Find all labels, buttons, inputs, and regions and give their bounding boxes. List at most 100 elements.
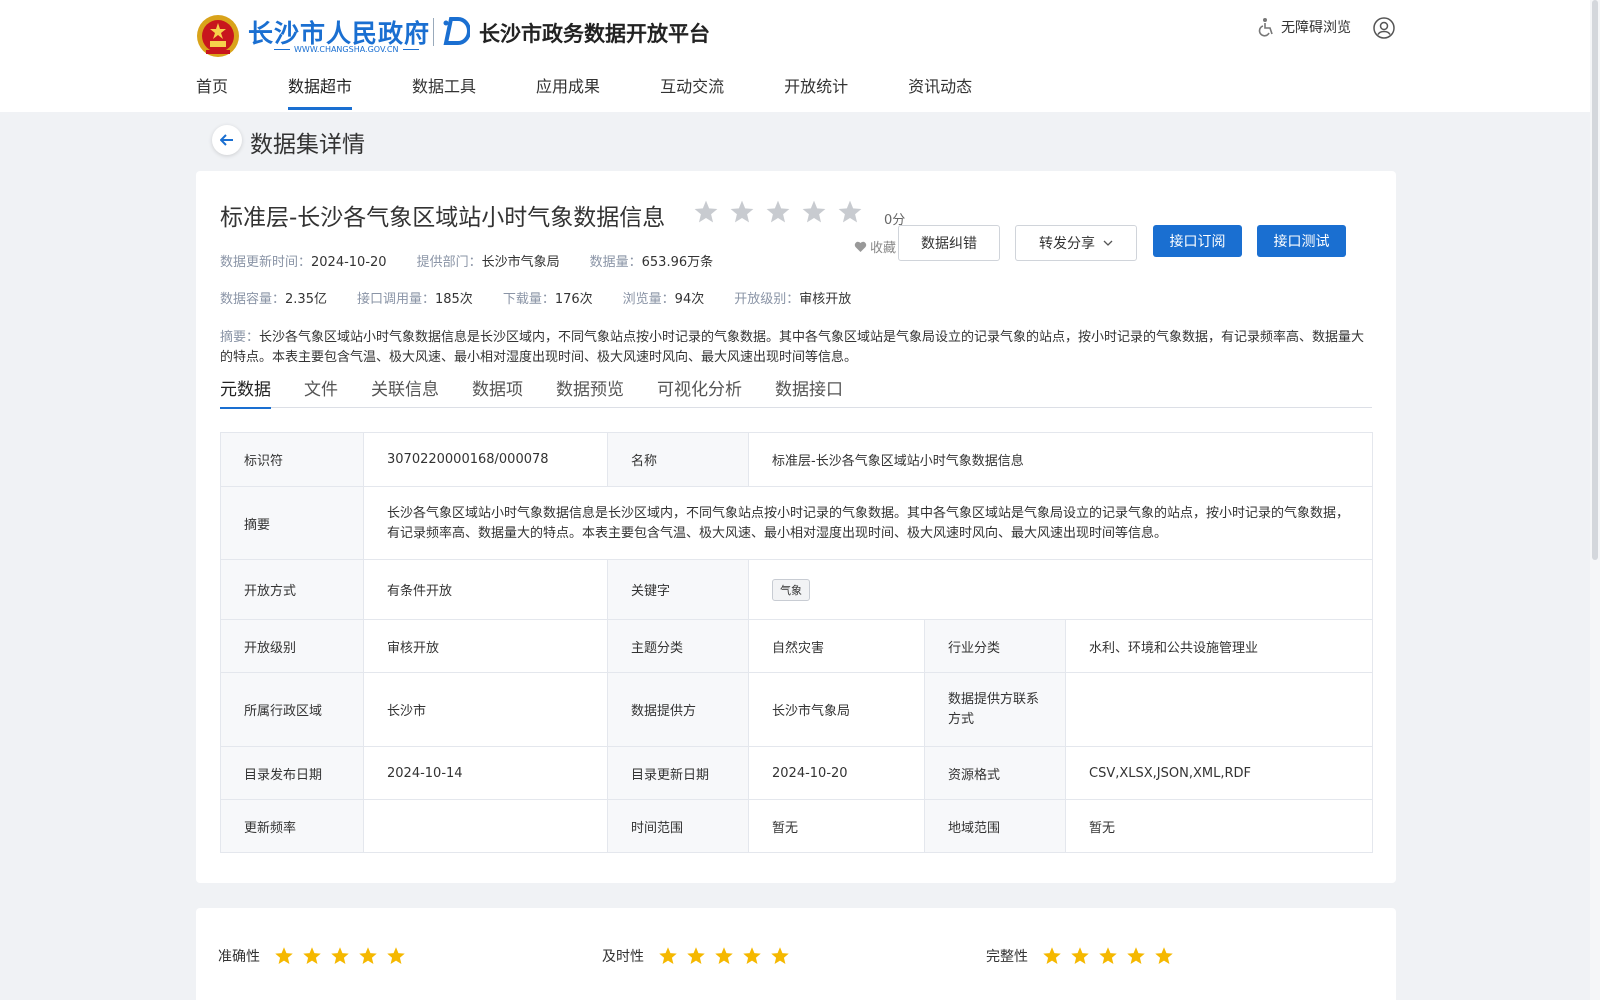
meta-item: 下载量：176次 — [503, 288, 593, 307]
gov-url: WWW.CHANGSHA.GOV.CN — [270, 45, 423, 54]
industry-label: 行业分类 — [924, 619, 1066, 673]
meta-value: 审核开放 — [799, 292, 852, 307]
detail-tab[interactable]: 可视化分析 — [657, 374, 742, 408]
industry-value: 水利、环境和公共设施管理业 — [1064, 619, 1374, 673]
nav-item[interactable]: 数据超市 — [288, 70, 353, 110]
favorite-label: 收藏 — [870, 241, 897, 256]
site-header: 长沙市人民政府 WWW.CHANGSHA.GOV.CN 长沙市政务数据开放平台 … — [0, 0, 1600, 112]
platform-title[interactable]: 长沙市政务数据开放平台 — [479, 18, 710, 48]
keyword-cell: 气象 — [747, 559, 1374, 620]
detail-tab[interactable]: 元数据 — [220, 374, 271, 409]
contact-value — [1064, 672, 1374, 747]
chevron-down-icon — [1103, 240, 1113, 246]
keyword-tag[interactable]: 气象 — [772, 578, 810, 601]
meta-value: 2024-10-20 — [311, 255, 387, 270]
data-correction-button[interactable]: 数据纠错 — [898, 225, 1000, 261]
star-icon — [1155, 947, 1173, 964]
star-icon — [275, 947, 293, 964]
meta-item: 浏览量：94次 — [623, 288, 705, 307]
arrow-left-icon — [220, 134, 233, 146]
abstract-label: 摘要 — [220, 486, 364, 560]
open-level-value: 审核开放 — [363, 619, 608, 673]
accessibility-link[interactable]: 无障碍浏览 — [1257, 17, 1351, 37]
star-icon — [1127, 947, 1145, 964]
star-icon — [694, 200, 718, 223]
share-label: 转发分享 — [1039, 236, 1095, 252]
time-range-value: 暂无 — [748, 799, 925, 853]
meta-value: 176次 — [554, 292, 593, 307]
star-icon — [766, 200, 790, 223]
quality-stars — [1042, 946, 1174, 966]
open-level-label: 开放级别 — [220, 619, 364, 673]
quality-label: 及时性 — [602, 949, 644, 965]
nav-item[interactable]: 应用成果 — [536, 70, 600, 110]
geo-range-value: 暂无 — [1064, 799, 1374, 853]
meta-item: 数据量：653.96万条 — [590, 251, 714, 270]
favorite-button[interactable]: 收藏 — [854, 237, 896, 256]
page-scrollbar[interactable] — [1590, 0, 1600, 1000]
publish-date-value: 2024-10-14 — [363, 746, 608, 800]
heart-icon — [854, 241, 867, 252]
frequency-label: 更新频率 — [220, 799, 364, 853]
accessibility-label: 无障碍浏览 — [1281, 20, 1351, 36]
meta-row-primary: 数据更新时间：2024-10-20 提供部门：长沙市气象局 数据量：653.96万条 — [220, 251, 743, 270]
star-icon — [743, 947, 761, 964]
meta-value: 185次 — [434, 292, 473, 307]
table-row: 目录发布日期 2024-10-14 目录更新日期 2024-10-20 资源格式… — [220, 746, 1374, 800]
star-icon — [331, 947, 349, 964]
detail-tab[interactable]: 文件 — [304, 374, 338, 408]
meta-value: 2.35亿 — [285, 292, 327, 307]
api-test-button[interactable]: 接口测试 — [1257, 225, 1346, 257]
star-icon — [303, 947, 321, 964]
table-row: 标识符 3070220000168/000078 名称 标准层-长沙各气象区域站… — [220, 432, 1374, 487]
update-date-value: 2024-10-20 — [748, 746, 925, 800]
detail-tab[interactable]: 关联信息 — [371, 374, 439, 408]
meta-item: 提供部门：长沙市气象局 — [417, 251, 560, 270]
provider-value: 长沙市气象局 — [748, 672, 925, 747]
nav-item[interactable]: 互动交流 — [660, 70, 724, 110]
nav-item[interactable]: 开放统计 — [784, 70, 848, 110]
dataset-rating[interactable] — [693, 199, 863, 225]
platform-logo-icon[interactable] — [442, 16, 470, 46]
format-value: CSV,XLSX,JSON,XML,RDF — [1064, 746, 1374, 800]
share-dropdown[interactable]: 转发分享 — [1015, 225, 1137, 261]
scrollbar-thumb[interactable] — [1592, 0, 1598, 560]
quality-stars — [658, 946, 790, 966]
api-subscribe-button[interactable]: 接口订阅 — [1153, 225, 1242, 257]
identifier-label: 标识符 — [220, 432, 364, 487]
meta-key: 开放级别： — [734, 292, 800, 307]
nav-item[interactable]: 首页 — [196, 70, 228, 110]
nav-item[interactable]: 数据工具 — [412, 70, 476, 110]
meta-value: 653.96万条 — [641, 255, 714, 270]
national-emblem-icon[interactable] — [196, 12, 240, 60]
star-icon — [387, 947, 405, 964]
back-button[interactable] — [212, 125, 242, 155]
abstract-value: 长沙各气象区域站小时气象数据信息是长沙区域内，不同气象站点按小时记录的气象数据。… — [362, 486, 1374, 560]
update-date-label: 目录更新日期 — [607, 746, 749, 800]
detail-tab[interactable]: 数据项 — [472, 374, 523, 408]
quality-rating: 及时性 — [602, 946, 790, 966]
detail-tab[interactable]: 数据接口 — [775, 374, 843, 408]
meta-key: 浏览量： — [622, 292, 675, 307]
detail-tab[interactable]: 数据预览 — [556, 374, 624, 408]
meta-key: 数据量： — [589, 255, 642, 270]
identifier-value: 3070220000168/000078 — [363, 432, 608, 487]
star-icon — [687, 947, 705, 964]
table-row: 所属行政区域 长沙市 数据提供方 长沙市气象局 数据提供方联系方式 — [220, 672, 1374, 747]
meta-item: 接口调用量：185次 — [357, 288, 473, 307]
meta-value: 长沙市气象局 — [481, 255, 560, 270]
star-icon — [659, 947, 677, 964]
star-icon — [730, 200, 754, 223]
dataset-detail-card: 标准层-长沙各气象区域站小时气象数据信息 0分 收藏 数据纠错 转发分享 接口订… — [196, 171, 1396, 883]
nav-item[interactable]: 资讯动态 — [908, 70, 972, 110]
star-icon — [1043, 947, 1061, 964]
page-title: 数据集详情 — [250, 132, 365, 158]
time-range-label: 时间范围 — [607, 799, 749, 853]
star-icon — [1099, 947, 1117, 964]
meta-key: 接口调用量： — [356, 292, 435, 307]
user-account-icon[interactable] — [1373, 17, 1395, 39]
star-icon — [359, 947, 377, 964]
star-icon — [838, 200, 862, 223]
open-mode-label: 开放方式 — [220, 559, 364, 620]
meta-item: 数据容量：2.35亿 — [220, 288, 327, 307]
